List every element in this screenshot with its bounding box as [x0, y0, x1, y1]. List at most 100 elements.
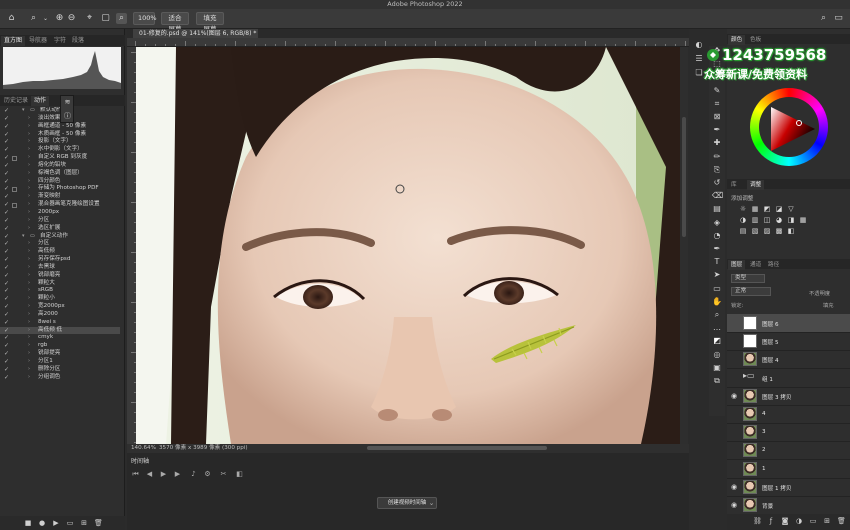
action-check-icon[interactable]: ✓ — [4, 123, 10, 131]
dodge-tool-icon[interactable]: ◔ — [712, 231, 722, 241]
action-row[interactable]: ✓ › 棕褐色调（图层） — [0, 170, 120, 178]
chevron-right-icon[interactable]: › — [28, 303, 30, 311]
layer-row[interactable]: 图层 4 — [727, 350, 850, 370]
workspace-icon[interactable]: ▭ — [833, 13, 844, 24]
color-triangle[interactable] — [763, 101, 819, 157]
chevron-right-icon[interactable]: › — [28, 240, 30, 248]
action-check-icon[interactable]: ✓ — [4, 319, 10, 327]
chevron-right-icon[interactable]: › — [28, 138, 30, 146]
audio-icon[interactable]: ♪ — [189, 470, 198, 479]
action-check-icon[interactable]: ✓ — [4, 115, 10, 123]
chevron-down-icon[interactable]: ⌄ — [40, 13, 51, 24]
action-row[interactable]: ✓ › 宽2000px — [0, 303, 120, 311]
gradient-tool-icon[interactable]: ▤ — [712, 204, 722, 214]
action-row[interactable]: ✓ › 颗粒小 — [0, 295, 120, 303]
healing-tool-icon[interactable]: ✚ — [712, 138, 722, 148]
dock-color-icon[interactable]: ◐ — [694, 40, 704, 50]
tab-libraries[interactable]: 库 — [728, 180, 740, 190]
screen-mode-tool-icon[interactable]: ▣ — [712, 363, 722, 373]
delete-layer-icon[interactable]: 🗑 — [837, 517, 846, 525]
action-check-icon[interactable]: ✓ — [4, 272, 10, 280]
chevron-right-icon[interactable]: › — [28, 342, 30, 350]
layer-row[interactable]: 3 — [727, 423, 850, 443]
layer-row[interactable]: ▸▭ 组 1 — [727, 369, 850, 388]
action-check-icon[interactable]: ✓ — [4, 287, 10, 295]
action-check-icon[interactable]: ✓ — [4, 170, 10, 178]
action-row[interactable]: ✓ › 分区1 — [0, 358, 120, 366]
adjustment-icon[interactable]: ▨ — [763, 227, 771, 235]
action-check-icon[interactable]: ✓ — [4, 342, 10, 350]
more-tool-icon[interactable]: … — [712, 323, 722, 333]
settings-icon[interactable]: ⚙ — [203, 470, 212, 479]
action-row[interactable]: ✓ › 混合器画笔克隆绘图设置 — [0, 201, 120, 209]
tab-adjustments[interactable]: 调整 — [747, 180, 765, 190]
action-row[interactable]: ✓ › 分组调色 — [0, 374, 120, 382]
adjustment-icon[interactable]: ◪ — [775, 205, 783, 213]
action-row[interactable]: ✓ › 8wei s — [0, 319, 120, 327]
chevron-right-icon[interactable]: › — [28, 327, 30, 335]
fg-bg-color-tool-icon[interactable]: ◩ — [712, 336, 722, 346]
action-check-icon[interactable]: ✓ — [4, 295, 10, 303]
actions-settings-icon[interactable]: ≋ — [63, 98, 72, 107]
adjustment-icon[interactable]: ◨ — [787, 216, 795, 224]
zoom-tool-icon[interactable]: ⌕ — [28, 13, 39, 24]
adjustment-icon[interactable]: ☼ — [739, 205, 747, 213]
visibility-eye-icon[interactable] — [731, 410, 739, 418]
eyedropper-tool-icon[interactable]: ✒ — [712, 125, 722, 135]
action-row[interactable]: ✓ › cmyk — [0, 334, 120, 342]
action-row[interactable]: ✓ › 去黑球 — [0, 264, 120, 272]
action-row[interactable]: ✓ › 水中倒影（文字） — [0, 146, 120, 154]
action-row[interactable]: ✓ › sRGB — [0, 287, 120, 295]
clone-tool-icon[interactable]: ⎘ — [712, 165, 722, 175]
quick-select-tool-icon[interactable]: ✎ — [712, 86, 722, 96]
chevron-right-icon[interactable]: › — [28, 280, 30, 288]
transition-icon[interactable]: ◧ — [235, 470, 244, 479]
quick-mask-tool-icon[interactable]: ◎ — [712, 350, 722, 360]
layer-row[interactable]: 图层 6 — [727, 314, 850, 333]
action-check-icon[interactable]: ✓ — [4, 366, 10, 374]
tab-histogram[interactable]: 直方图 — [1, 36, 26, 46]
action-check-icon[interactable]: ✓ — [4, 138, 10, 146]
action-check-icon[interactable]: ✓ — [4, 334, 10, 342]
artboard-tool-icon[interactable]: ⧉ — [712, 376, 722, 386]
chevron-right-icon[interactable]: › — [28, 225, 30, 233]
adjustment-icon[interactable]: ◑ — [739, 216, 747, 224]
tab-channels[interactable]: 通道 — [747, 260, 764, 270]
adjustment-icon[interactable]: ▦ — [799, 216, 807, 224]
record-icon[interactable]: ● — [38, 519, 46, 527]
fx-icon[interactable]: ƒ — [767, 517, 775, 525]
chevron-right-icon[interactable]: › — [28, 115, 30, 123]
action-row[interactable]: ✓ › 高2000 — [0, 311, 120, 319]
mask-icon[interactable]: ◙ — [781, 517, 789, 525]
frame-tool-icon[interactable]: ⊠ — [712, 112, 722, 122]
adjustment-icon[interactable]: ▥ — [751, 216, 759, 224]
action-check-icon[interactable]: ✓ — [4, 311, 10, 319]
chevron-right-icon[interactable]: › — [28, 264, 30, 272]
action-row[interactable]: ✓ › 锐部提亮 — [0, 350, 120, 358]
action-row[interactable]: ✓ › 存储为 Photoshop PDF — [0, 185, 120, 193]
new-group-icon[interactable]: ▭ — [809, 517, 817, 525]
action-row[interactable]: ✓ › rgb — [0, 342, 120, 350]
visibility-eye-icon[interactable] — [731, 337, 739, 345]
layer-filter-kind[interactable]: 类型 — [731, 274, 765, 283]
visibility-eye-icon[interactable] — [731, 374, 739, 382]
tab-actions[interactable]: 动作 — [31, 96, 50, 106]
visibility-eye-icon[interactable] — [731, 446, 739, 454]
resize-windows-icon[interactable]: ⌖ — [84, 13, 95, 24]
chevron-right-icon[interactable]: › — [28, 217, 30, 225]
layer-row[interactable]: 2 — [727, 441, 850, 461]
chevron-right-icon[interactable]: › — [28, 272, 30, 280]
chevron-right-icon[interactable]: › — [28, 209, 30, 217]
new-layer-icon[interactable]: ⊞ — [823, 517, 831, 525]
home-icon[interactable]: ⌂ — [6, 13, 17, 24]
chevron-right-icon[interactable]: › — [28, 154, 30, 162]
action-check-icon[interactable]: ✓ — [4, 350, 10, 358]
eraser-tool-icon[interactable]: ⌫ — [712, 191, 723, 201]
action-check-icon[interactable]: ✓ — [4, 162, 10, 170]
history-brush-tool-icon[interactable]: ↺ — [712, 178, 722, 188]
chevron-right-icon[interactable]: › — [28, 295, 30, 303]
next-frame-icon[interactable]: ▶ — [173, 470, 182, 479]
action-check-icon[interactable]: ✓ — [4, 201, 10, 209]
document-tab[interactable]: 01-修复的.psd @ 141%(图层 6, RGB/8) * — [133, 29, 258, 38]
action-check-icon[interactable]: ✓ — [4, 146, 10, 154]
